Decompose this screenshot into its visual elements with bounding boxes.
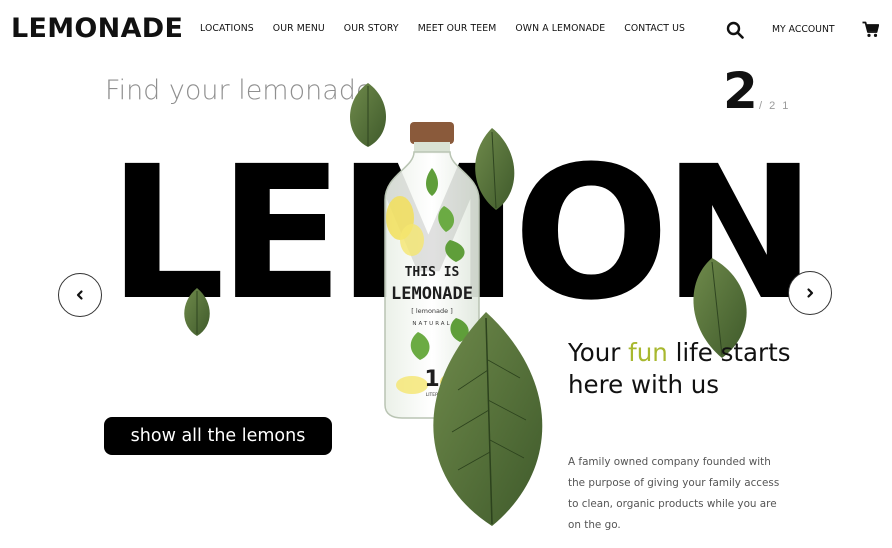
hero-description: A family owned company founded with the … (568, 456, 780, 531)
chevron-left-icon (76, 290, 83, 300)
chevron-right-icon (807, 288, 814, 298)
hero-headline: LEMON (108, 127, 816, 341)
show-all-lemons-button[interactable]: show all the lemons (104, 417, 332, 455)
hero-eyebrow: Find your lemonade (105, 75, 373, 106)
nav-item-our-menu[interactable]: OUR MENU (273, 22, 325, 36)
cart-icon[interactable] (862, 21, 880, 38)
carousel-next-button[interactable] (788, 271, 832, 315)
tagline-highlight: fun (628, 338, 668, 367)
nav-item-our-story[interactable]: OUR STORY (344, 22, 399, 36)
brand-logo[interactable]: LEMONADE (11, 12, 183, 46)
search-icon[interactable] (726, 21, 744, 39)
leaf-large-bottom (433, 312, 543, 526)
bottle-volume-unit: LITER (426, 392, 439, 398)
slide-current-number: 2 (723, 62, 758, 120)
nav-item-locations[interactable]: LOCATIONS (200, 22, 254, 36)
hero-tagline: Your fun life starts here with us (568, 338, 791, 399)
nav-item-meet-our-team[interactable]: MEET OUR TEEM (418, 22, 497, 36)
my-account-link[interactable]: MY ACCOUNT (772, 23, 835, 37)
bottle-volume: 1 (424, 367, 439, 392)
main-nav: LOCATIONS OUR MENU OUR STORY MEET OUR TE… (200, 22, 704, 36)
nav-item-own-a-lemonade[interactable]: OWN A LEMONADE (515, 22, 605, 36)
slide-total-count: / 2 1 (759, 100, 791, 112)
carousel-prev-button[interactable] (58, 273, 102, 317)
nav-item-contact-us[interactable]: CONTACT US (624, 22, 685, 36)
